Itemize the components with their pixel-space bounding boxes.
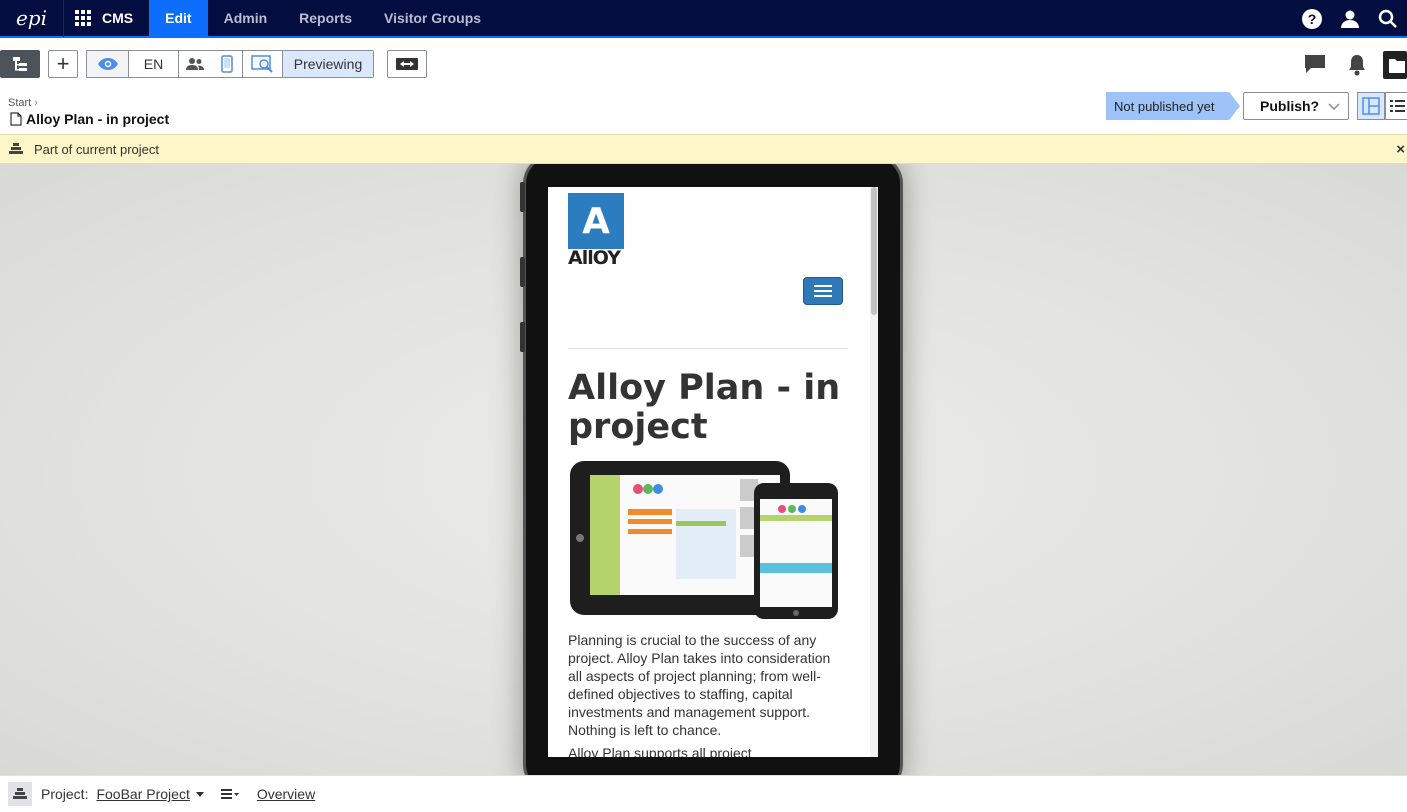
project-items-menu-icon[interactable]: [220, 788, 239, 800]
all-properties-toggle[interactable]: [1385, 92, 1407, 120]
menu-button[interactable]: [803, 277, 843, 305]
publish-status-badge: Not published yet: [1106, 92, 1240, 120]
preview-resolution-toggle[interactable]: [243, 51, 283, 77]
project-notice-text: Part of current project: [34, 141, 159, 157]
comment-icon: [1305, 55, 1325, 73]
project-icon: [9, 143, 23, 154]
folder-icon: [1383, 51, 1407, 79]
preview-screen[interactable]: A AllOY Alloy Plan - in project Planning…: [548, 187, 878, 757]
project-notice-bar: Part of current project ×: [0, 134, 1407, 164]
caret-down-icon[interactable]: [195, 791, 204, 797]
bell-icon: [1349, 55, 1365, 76]
scrollbar-thumb[interactable]: [871, 187, 877, 315]
magnify-screen-icon: [250, 55, 273, 73]
language-selector[interactable]: EN: [129, 51, 179, 77]
product-name: CMS: [102, 10, 134, 26]
breadcrumb-start-link[interactable]: Start: [8, 97, 31, 109]
phone-side-button: [520, 322, 525, 352]
chevron-right-icon: ›: [34, 97, 38, 109]
tree-icon: [13, 57, 27, 71]
preview-paragraph-cut: Alloy Plan supports all project: [568, 745, 752, 757]
page-title: Alloy Plan - in project: [26, 111, 170, 127]
assets-pane-toggle[interactable]: [1383, 51, 1407, 84]
tab-edit[interactable]: Edit: [149, 0, 208, 37]
on-page-edit-icon: [1362, 97, 1380, 115]
phone-side-button: [520, 182, 525, 212]
compare-arrows-icon: [396, 58, 418, 70]
help-button[interactable]: ?: [1293, 0, 1331, 38]
preview-scrollbar[interactable]: [870, 187, 878, 757]
user-button[interactable]: [1331, 0, 1369, 38]
publish-button[interactable]: Publish?: [1243, 92, 1349, 120]
tab-admin[interactable]: Admin: [208, 0, 284, 37]
preview-page-heading: Alloy Plan - in project: [568, 368, 841, 447]
project-label: Project:: [41, 786, 89, 802]
preview-paragraph: Planning is crucial to the success of an…: [568, 632, 831, 738]
project-selector[interactable]: FooBar Project: [96, 786, 189, 802]
project-bar: Project: FooBar Project Overview: [0, 775, 1407, 812]
phone-side-button: [520, 257, 525, 287]
comments-button[interactable]: [1304, 54, 1326, 79]
view-settings-group: EN Previewing: [86, 50, 374, 78]
users-icon: [186, 58, 204, 70]
apps-grid-icon[interactable]: [64, 0, 102, 37]
device-selector[interactable]: [211, 51, 243, 77]
navigation-pane-toggle[interactable]: [0, 50, 40, 78]
breadcrumb: Start ›: [8, 97, 38, 109]
chevron-down-icon: [1328, 103, 1340, 111]
previewing-toggle[interactable]: Previewing: [283, 51, 373, 77]
help-icon: ?: [1302, 9, 1322, 29]
search-icon: [1378, 9, 1397, 28]
list-icon: [1389, 100, 1405, 112]
alloy-logo-text: AllOY: [568, 247, 621, 269]
eye-icon: [97, 58, 118, 70]
preview-body-text: Planning is crucial to the success of an…: [568, 631, 848, 757]
project-icon[interactable]: [8, 782, 32, 806]
search-button[interactable]: [1369, 0, 1407, 38]
mobile-device-icon: [220, 55, 233, 73]
compare-button[interactable]: [387, 50, 427, 78]
edit-toolbar: + EN Previewing: [0, 40, 1407, 88]
add-button[interactable]: +: [48, 50, 78, 78]
tab-visitor-groups[interactable]: Visitor Groups: [368, 0, 497, 37]
user-icon: [1341, 10, 1359, 28]
preview-toggle[interactable]: [87, 51, 129, 77]
episerver-logo[interactable]: epi: [0, 0, 64, 37]
devices-image: [570, 461, 838, 619]
alloy-logo[interactable]: A: [568, 193, 624, 249]
visitor-group-selector[interactable]: [179, 51, 211, 77]
divider: [568, 348, 848, 349]
notifications-button[interactable]: [1347, 54, 1367, 81]
on-page-edit-toggle[interactable]: [1357, 92, 1385, 120]
close-icon[interactable]: ×: [1396, 141, 1405, 158]
page-title-row: Alloy Plan - in project: [10, 111, 169, 127]
publish-button-label: Publish?: [1260, 98, 1320, 114]
preview-canvas: A AllOY Alloy Plan - in project Planning…: [0, 164, 1407, 775]
tab-reports[interactable]: Reports: [283, 0, 368, 37]
phone-frame: A AllOY Alloy Plan - in project Planning…: [520, 164, 903, 775]
page-icon: [10, 112, 22, 126]
overview-link[interactable]: Overview: [257, 786, 315, 802]
breadcrumb-bar: Start › Alloy Plan - in project Not publ…: [0, 88, 1407, 134]
top-navigation: epi CMS Edit Admin Reports Visitor Group…: [0, 0, 1407, 38]
